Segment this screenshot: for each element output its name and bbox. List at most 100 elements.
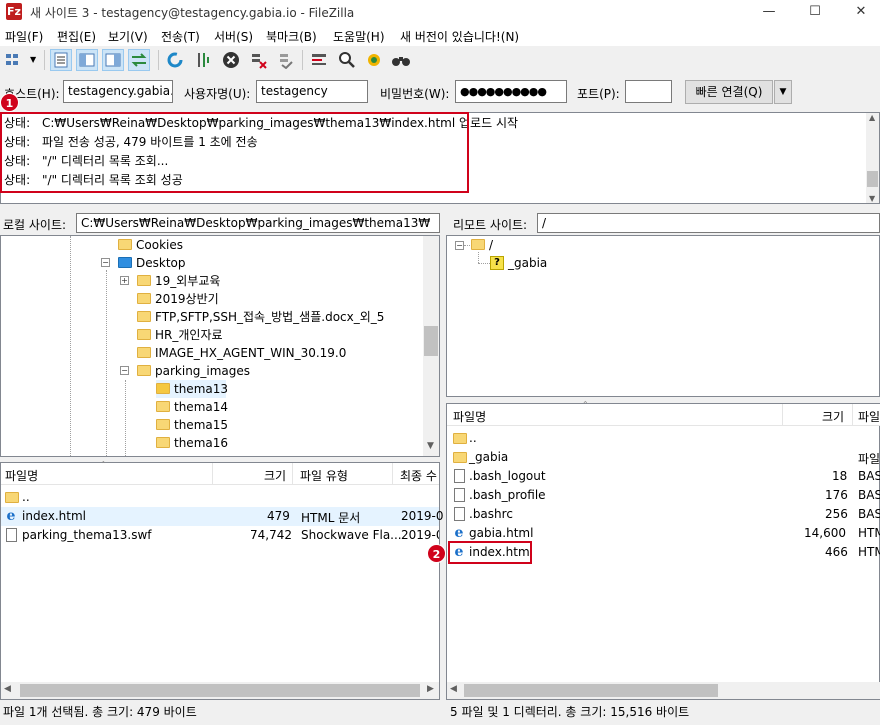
menu-server[interactable]: 서버(S) — [214, 28, 253, 45]
scroll-left-icon[interactable]: ◀ — [4, 684, 11, 694]
tree-item-root[interactable]: / — [471, 236, 571, 254]
tree-item-ftp-docs[interactable]: FTP,SFTP,SSH_접속_방법_샘플.docx_외_5 — [137, 308, 427, 326]
table-row-gabia[interactable]: _gabia 파일 — [447, 448, 880, 467]
menu-new-version[interactable]: 새 버전이 있습니다!(N) — [400, 28, 519, 45]
toggle-local-tree-icon[interactable] — [76, 49, 98, 71]
col-type[interactable]: 파일 유형 — [300, 467, 348, 484]
tree-line — [125, 380, 126, 456]
tree-item-parking-images[interactable]: parking_images — [137, 362, 387, 380]
scroll-left-icon[interactable]: ◀ — [450, 684, 457, 694]
search-icon[interactable] — [336, 49, 358, 71]
maximize-button[interactable]: ☐ — [792, 0, 838, 24]
table-row-index-html[interactable]: e index.html 479 HTML 문서 2019-0 — [1, 507, 444, 526]
table-row-swf[interactable]: parking_thema13.swf 74,742 Shockwave Fla… — [1, 526, 439, 545]
quickconnect-dropdown-icon[interactable]: ▼ — [774, 80, 792, 104]
table-row-bash-profile[interactable]: .bash_profile 176 BAS — [447, 486, 880, 505]
local-list-header — [1, 463, 439, 485]
remote-hscroll-thumb[interactable] — [464, 684, 718, 697]
tree-item-2019-first-half[interactable]: 2019상반기 — [137, 290, 387, 308]
sort-ascending-icon: ⌃ — [100, 460, 107, 469]
quickconnect-button[interactable]: 빠른 연결(Q) — [685, 80, 773, 104]
port-input[interactable] — [625, 80, 672, 103]
tree-item-19-external-training[interactable]: 19_외부교육 — [137, 272, 387, 290]
tree-item-thema15[interactable]: thema15 — [156, 416, 356, 434]
reconnect-icon[interactable] — [274, 49, 296, 71]
host-input[interactable]: testagency.gabia.io — [63, 80, 173, 103]
close-button[interactable]: ✕ — [838, 0, 880, 24]
toggle-queue-icon[interactable] — [128, 49, 150, 71]
desktop-icon — [118, 257, 132, 268]
log-scrollbar[interactable] — [866, 113, 879, 203]
minimize-button[interactable]: — — [746, 0, 792, 24]
menu-view[interactable]: 보기(V) — [108, 28, 148, 45]
disconnect-icon[interactable] — [248, 49, 270, 71]
cancel-icon[interactable] — [220, 49, 242, 71]
local-path-input[interactable]: C:₩Users₩Reina₩Desktop₩parking_images₩th… — [76, 213, 440, 233]
menu-edit[interactable]: 편집(E) — [57, 28, 96, 45]
remote-path-input[interactable]: / — [537, 213, 880, 233]
local-site-label: 로컬 사이트: — [3, 218, 67, 232]
menu-transfer[interactable]: 전송(T) — [161, 28, 200, 45]
col-filename[interactable]: 파일명 — [453, 408, 486, 425]
tree-item-thema16[interactable]: thema16 — [156, 434, 356, 452]
scroll-right-icon[interactable]: ▶ — [427, 684, 434, 694]
log-scroll-thumb[interactable] — [867, 171, 878, 187]
scroll-down-icon[interactable]: ▼ — [427, 441, 434, 451]
table-row-parent[interactable]: .. — [1, 488, 439, 507]
table-row-bashrc[interactable]: .bashrc 256 BAS — [447, 505, 880, 524]
tree-item-gabia[interactable]: ? _gabia — [490, 254, 590, 272]
collapse-icon[interactable]: − — [101, 258, 110, 267]
filter-icon[interactable] — [308, 49, 330, 71]
compare-icon[interactable] — [363, 49, 385, 71]
process-queue-icon[interactable] — [192, 49, 214, 71]
file-icon — [454, 507, 465, 521]
toolbar-separator — [302, 50, 303, 70]
menu-bookmarks[interactable]: 북마크(B) — [266, 28, 317, 45]
scroll-up-icon[interactable]: ▲ — [869, 113, 875, 122]
refresh-icon[interactable] — [164, 49, 186, 71]
menu-help[interactable]: 도움말(H) — [333, 28, 385, 45]
folder-open-icon — [156, 383, 170, 394]
binoculars-icon[interactable] — [390, 49, 412, 71]
table-row-parent[interactable]: .. — [447, 429, 880, 448]
col-divider[interactable] — [782, 404, 783, 426]
tree-item-hr[interactable]: HR_개인자료 — [137, 326, 387, 344]
table-row-bash-logout[interactable]: .bash_logout 18 BAS — [447, 467, 880, 486]
menu-file[interactable]: 파일(F) — [5, 28, 43, 45]
scroll-down-icon[interactable]: ▼ — [869, 194, 875, 203]
tree-line — [106, 270, 107, 456]
expand-icon[interactable]: + — [120, 276, 129, 285]
toggle-log-icon[interactable] — [50, 49, 72, 71]
unknown-folder-icon: ? — [490, 256, 504, 270]
tree-item-thema13[interactable]: thema13 — [156, 380, 228, 398]
username-input[interactable]: testagency — [256, 80, 368, 103]
tree-item-thema14[interactable]: thema14 — [156, 398, 356, 416]
annotation-badge-2: 2 — [427, 544, 446, 563]
col-divider[interactable] — [212, 463, 213, 485]
toggle-remote-tree-icon[interactable] — [102, 49, 124, 71]
col-size[interactable]: 크기 — [264, 467, 286, 484]
file-icon — [6, 528, 17, 542]
tree-item-cookies[interactable]: Cookies — [118, 236, 318, 254]
site-manager-dropdown-icon[interactable]: ▼ — [30, 55, 36, 64]
local-hscroll-thumb[interactable] — [20, 684, 420, 697]
col-divider[interactable] — [392, 463, 393, 485]
tree-item-desktop[interactable]: Desktop — [118, 254, 318, 272]
local-tree-scroll-thumb[interactable] — [424, 326, 438, 356]
col-divider[interactable] — [852, 404, 853, 426]
site-manager-icon[interactable] — [3, 49, 25, 71]
col-divider[interactable] — [292, 463, 293, 485]
col-filename[interactable]: 파일명 — [5, 467, 38, 484]
remote-site-label: 리모트 사이트: — [453, 218, 528, 232]
col-type[interactable]: 파일 — [858, 408, 880, 425]
tree-item-image-agent[interactable]: IMAGE_HX_AGENT_WIN_30.19.0 — [137, 344, 417, 362]
tree-line — [70, 236, 71, 456]
folder-icon — [156, 401, 170, 412]
col-modified[interactable]: 최종 수 — [400, 467, 437, 484]
password-input[interactable]: ●●●●●●●●●● — [455, 80, 567, 103]
collapse-icon[interactable]: − — [120, 366, 129, 375]
collapse-icon[interactable]: − — [455, 241, 464, 250]
username-label: 사용자명(U): — [184, 87, 251, 101]
col-size[interactable]: 크기 — [822, 408, 844, 425]
toolbar-separator — [158, 50, 159, 70]
